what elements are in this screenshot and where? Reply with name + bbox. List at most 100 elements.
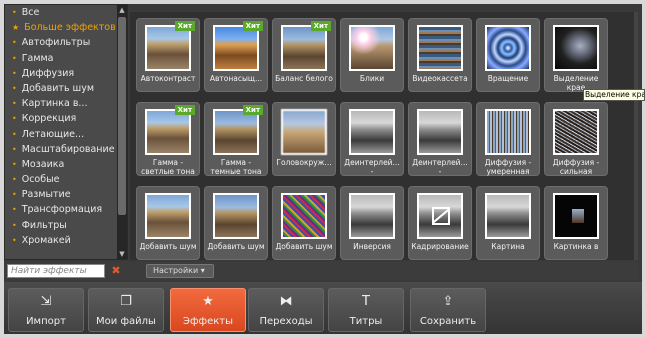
scroll-up-icon[interactable]: ▲: [117, 5, 127, 15]
effect-tile[interactable]: Видеокассета: [408, 18, 472, 92]
effect-tile[interactable]: Диффузия - умеренная: [476, 102, 540, 176]
category-item[interactable]: ★ Больше эффектов: [5, 20, 127, 35]
toolbar-button-label: Сохранить: [419, 316, 477, 327]
effect-tile[interactable]: Хит Баланс белого: [272, 18, 336, 92]
effect-tile[interactable]: Деинтерлей... -: [408, 102, 472, 176]
effect-thumbnail: [281, 25, 327, 71]
hit-badge: Хит: [310, 21, 331, 31]
category-scrollbar[interactable]: ▲ ▼: [117, 5, 127, 259]
bullet-icon: •: [12, 159, 17, 169]
category-item[interactable]: • Картинка в...: [5, 96, 127, 111]
bullet-icon: •: [12, 235, 17, 245]
bullet-icon: •: [12, 38, 17, 48]
category-list: • Все ★ Больше эффектов • Автофильтры • Гамма • Д…: [4, 4, 128, 260]
scroll-down-icon[interactable]: ▼: [117, 249, 127, 259]
bullet-icon: •: [12, 53, 17, 63]
effect-thumbnail: [145, 193, 191, 239]
category-label: Мозаика: [21, 158, 65, 170]
effect-label: Деинтерлей... -: [344, 158, 400, 176]
effect-thumbnail: [349, 193, 395, 239]
clear-search-icon[interactable]: ✖: [110, 264, 122, 278]
effect-thumbnail: [145, 109, 191, 155]
effect-tile[interactable]: Вращение: [476, 18, 540, 92]
effect-tile[interactable]: Добавить шум: [204, 186, 268, 260]
hit-badge: Хит: [174, 105, 195, 115]
category-label: Больше эффектов: [24, 22, 116, 34]
effect-thumbnail: [485, 193, 531, 239]
effect-label: Головокруж...: [276, 158, 332, 167]
bullet-icon: •: [12, 68, 17, 78]
bullet-icon: •: [12, 175, 17, 185]
category-item[interactable]: • Трансформация: [5, 202, 127, 217]
effect-thumbnail: [417, 193, 463, 239]
effect-tile[interactable]: Картинка в: [544, 186, 608, 260]
effect-thumbnail: [213, 193, 259, 239]
category-item[interactable]: • Масштабирование: [5, 142, 127, 157]
category-label: Особые: [21, 174, 60, 186]
effect-tile[interactable]: Деинтерлей... -: [340, 102, 404, 176]
effect-tile[interactable]: Картина: [476, 186, 540, 260]
effect-tile[interactable]: Блики: [340, 18, 404, 92]
effect-thumbnail: [213, 25, 259, 71]
effect-tile[interactable]: Добавить шум: [136, 186, 200, 260]
category-item[interactable]: • Добавить шум: [5, 81, 127, 96]
toolbar-button[interactable]: ⇪ Сохранить: [410, 288, 486, 332]
category-item[interactable]: • Диффузия: [5, 66, 127, 81]
save-icon: ⇪: [442, 294, 454, 309]
transitions-icon: ⧓: [279, 294, 293, 309]
category-item[interactable]: • Хромакей: [5, 233, 127, 248]
toolbar-button[interactable]: ❐ Мои файлы: [88, 288, 164, 332]
effect-tile[interactable]: Хит Гамма - темные тона: [204, 102, 268, 176]
category-item[interactable]: • Летающие...: [5, 127, 127, 142]
effect-tile[interactable]: Добавить шум: [272, 186, 336, 260]
toolbar-button[interactable]: ★ Эффекты: [170, 288, 246, 332]
scrollbar-thumb[interactable]: [118, 17, 126, 215]
toolbar-button[interactable]: T Титры: [328, 288, 404, 332]
category-item[interactable]: • Все: [5, 5, 127, 20]
effect-thumbnail: [349, 109, 395, 155]
effect-thumbnail: [553, 25, 599, 71]
category-label: Трансформация: [21, 204, 103, 216]
category-item[interactable]: • Мозаика: [5, 157, 127, 172]
hit-badge: Хит: [242, 21, 263, 31]
search-input[interactable]: Найти эффекты: [7, 264, 105, 278]
category-item[interactable]: • Особые: [5, 172, 127, 187]
category-label: Масштабирование: [21, 143, 115, 155]
effect-thumbnail: [145, 25, 191, 71]
toolbar-button[interactable]: ⇲ Импорт: [8, 288, 84, 332]
category-item[interactable]: • Гамма: [5, 51, 127, 66]
crop-icon: [432, 207, 450, 225]
effect-thumbnail: [213, 109, 259, 155]
effect-tile[interactable]: Головокруж...: [272, 102, 336, 176]
effect-tile[interactable]: Кадрирование: [408, 186, 472, 260]
effect-tile[interactable]: Инверсия: [340, 186, 404, 260]
star-icon: ★: [12, 23, 20, 33]
grid-scrollbar[interactable]: [634, 12, 638, 260]
effect-label: Картина: [491, 242, 525, 251]
effect-tile[interactable]: Хит Автоконтраст: [136, 18, 200, 92]
star-icon: ★: [202, 294, 214, 309]
effect-tile[interactable]: Диффузия - сильная: [544, 102, 608, 176]
category-label: Коррекция: [21, 113, 77, 125]
hit-badge: Хит: [242, 105, 263, 115]
effect-thumbnail: [281, 109, 327, 155]
category-item[interactable]: • Фильтры: [5, 218, 127, 233]
effect-label: Гамма - светлые тона: [141, 158, 195, 176]
category-item[interactable]: • Коррекция: [5, 111, 127, 126]
settings-dropdown[interactable]: Настройки ▾: [146, 264, 214, 278]
category-label: Фильтры: [21, 219, 67, 231]
toolbar-button-label: Эффекты: [183, 316, 233, 327]
category-label: Гамма: [21, 52, 54, 64]
files-icon: ❐: [120, 294, 132, 309]
category-item[interactable]: • Автофильтры: [5, 35, 127, 50]
toolbar-button[interactable]: ⧓ Переходы: [248, 288, 324, 332]
effect-tile[interactable]: Хит Гамма - светлые тона: [136, 102, 200, 176]
effect-thumbnail: [349, 25, 395, 71]
effect-tile[interactable]: Выделение крае: [544, 18, 608, 92]
category-item[interactable]: • Размытие: [5, 187, 127, 202]
effect-tile[interactable]: Хит Автонасыщ...: [204, 18, 268, 92]
effect-label: Вращение: [487, 74, 529, 83]
effect-thumbnail: [417, 25, 463, 71]
effect-label: Добавить шум: [207, 242, 265, 251]
toolbar-button-label: Титры: [349, 316, 383, 327]
